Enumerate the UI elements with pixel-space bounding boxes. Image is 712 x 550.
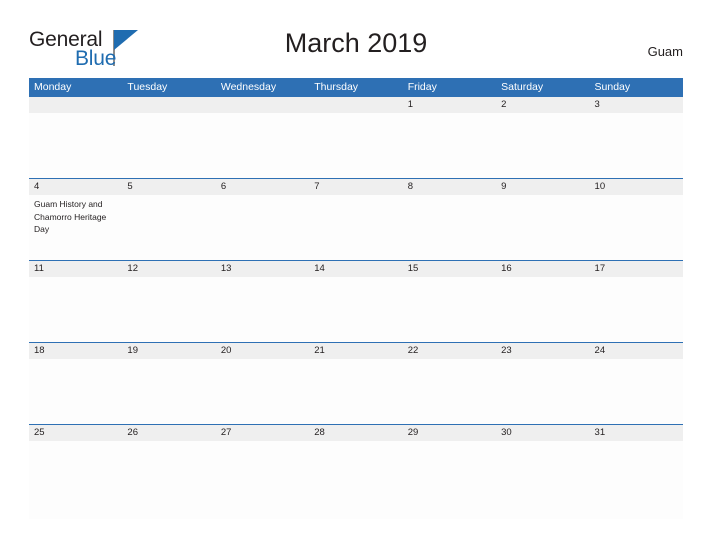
day-cell[interactable]: [590, 277, 683, 342]
calendar-week-row: 1 2 3: [29, 97, 683, 178]
date-number[interactable]: 14: [309, 261, 402, 277]
day-cell[interactable]: [216, 113, 309, 178]
date-number[interactable]: 27: [216, 425, 309, 441]
day-cell[interactable]: [122, 113, 215, 178]
date-number[interactable]: 17: [590, 261, 683, 277]
page-header: General Blue March 2019 Guam: [0, 0, 712, 69]
date-number[interactable]: 18: [29, 343, 122, 359]
day-cell[interactable]: [216, 277, 309, 342]
calendar-page: General Blue March 2019 Guam Monday Tues…: [0, 0, 712, 550]
date-number[interactable]: 20: [216, 343, 309, 359]
date-number[interactable]: 31: [590, 425, 683, 441]
event-row: [29, 359, 683, 424]
date-number-row: 4 5 6 7 8 9 10: [29, 178, 683, 195]
date-number[interactable]: [122, 97, 215, 113]
date-number[interactable]: 10: [590, 179, 683, 195]
weekday-header-row: Monday Tuesday Wednesday Thursday Friday…: [29, 78, 683, 97]
date-number[interactable]: 2: [496, 97, 589, 113]
day-cell[interactable]: [29, 277, 122, 342]
day-cell[interactable]: [496, 441, 589, 519]
date-number[interactable]: 19: [122, 343, 215, 359]
day-cell[interactable]: [309, 359, 402, 424]
day-cell[interactable]: [403, 113, 496, 178]
day-cell[interactable]: Guam History and Chamorro Heritage Day: [29, 195, 122, 260]
date-number[interactable]: 15: [403, 261, 496, 277]
weekday-sunday: Sunday: [594, 81, 631, 93]
day-cell[interactable]: [309, 441, 402, 519]
country-label: Guam: [647, 44, 683, 59]
date-number-row: 11 12 13 14 15 16 17: [29, 260, 683, 277]
day-cell[interactable]: [29, 113, 122, 178]
day-cell[interactable]: [496, 277, 589, 342]
event-row: [29, 277, 683, 342]
date-number-row: 1 2 3: [29, 97, 683, 113]
day-cell[interactable]: [216, 195, 309, 260]
day-cell[interactable]: [590, 195, 683, 260]
day-cell[interactable]: [122, 441, 215, 519]
day-cell[interactable]: [216, 359, 309, 424]
day-cell[interactable]: [309, 113, 402, 178]
day-cell[interactable]: [29, 359, 122, 424]
day-cell[interactable]: [403, 441, 496, 519]
date-number[interactable]: 9: [496, 179, 589, 195]
date-number[interactable]: 30: [496, 425, 589, 441]
weekday-saturday: Saturday: [501, 81, 544, 93]
calendar-week-row: 18 19 20 21 22 23 24: [29, 342, 683, 424]
date-number[interactable]: 25: [29, 425, 122, 441]
weekday-tuesday: Tuesday: [127, 81, 168, 93]
date-number[interactable]: 7: [309, 179, 402, 195]
date-number[interactable]: 16: [496, 261, 589, 277]
date-number-row: 18 19 20 21 22 23 24: [29, 342, 683, 359]
date-number[interactable]: 28: [309, 425, 402, 441]
date-number[interactable]: 22: [403, 343, 496, 359]
date-number[interactable]: 21: [309, 343, 402, 359]
date-number[interactable]: 6: [216, 179, 309, 195]
date-number[interactable]: 13: [216, 261, 309, 277]
date-number[interactable]: 23: [496, 343, 589, 359]
date-number[interactable]: 26: [122, 425, 215, 441]
day-cell[interactable]: [122, 277, 215, 342]
date-number-row: 25 26 27 28 29 30 31: [29, 424, 683, 441]
day-cell[interactable]: [496, 359, 589, 424]
date-number[interactable]: 1: [403, 97, 496, 113]
weekday-thursday: Thursday: [314, 81, 359, 93]
day-cell[interactable]: [309, 277, 402, 342]
date-number[interactable]: 3: [590, 97, 683, 113]
date-number[interactable]: 29: [403, 425, 496, 441]
date-number[interactable]: [309, 97, 402, 113]
calendar-week-row: 25 26 27 28 29 30 31: [29, 424, 683, 519]
day-cell[interactable]: [309, 195, 402, 260]
date-number[interactable]: 4: [29, 179, 122, 195]
event-row: Guam History and Chamorro Heritage Day: [29, 195, 683, 260]
calendar-week-row: 11 12 13 14 15 16 17: [29, 260, 683, 342]
day-cell[interactable]: [403, 195, 496, 260]
day-cell[interactable]: [122, 359, 215, 424]
day-cell[interactable]: [496, 195, 589, 260]
weekday-friday: Friday: [407, 81, 437, 93]
date-number[interactable]: [29, 97, 122, 113]
date-number[interactable]: 11: [29, 261, 122, 277]
date-number[interactable]: [216, 97, 309, 113]
day-cell[interactable]: [29, 441, 122, 519]
date-number[interactable]: 5: [122, 179, 215, 195]
day-cell[interactable]: [216, 441, 309, 519]
day-cell[interactable]: [590, 113, 683, 178]
calendar-table: Monday Tuesday Wednesday Thursday Friday…: [29, 78, 683, 519]
day-cell[interactable]: [403, 277, 496, 342]
day-cell[interactable]: [590, 441, 683, 519]
date-number[interactable]: 24: [590, 343, 683, 359]
day-cell[interactable]: [496, 113, 589, 178]
day-cell[interactable]: [403, 359, 496, 424]
event-label: Guam History and Chamorro Heritage Day: [34, 199, 107, 234]
date-number[interactable]: 12: [122, 261, 215, 277]
date-number[interactable]: 8: [403, 179, 496, 195]
day-cell[interactable]: [590, 359, 683, 424]
day-cell[interactable]: [122, 195, 215, 260]
page-title: March 2019: [284, 28, 428, 58]
calendar-week-row: 4 5 6 7 8 9 10 Guam History and Chamorro…: [29, 178, 683, 260]
event-row: [29, 441, 683, 519]
weekday-wednesday: Wednesday: [220, 81, 277, 93]
weekday-monday: Monday: [34, 81, 72, 93]
event-row: [29, 113, 683, 178]
